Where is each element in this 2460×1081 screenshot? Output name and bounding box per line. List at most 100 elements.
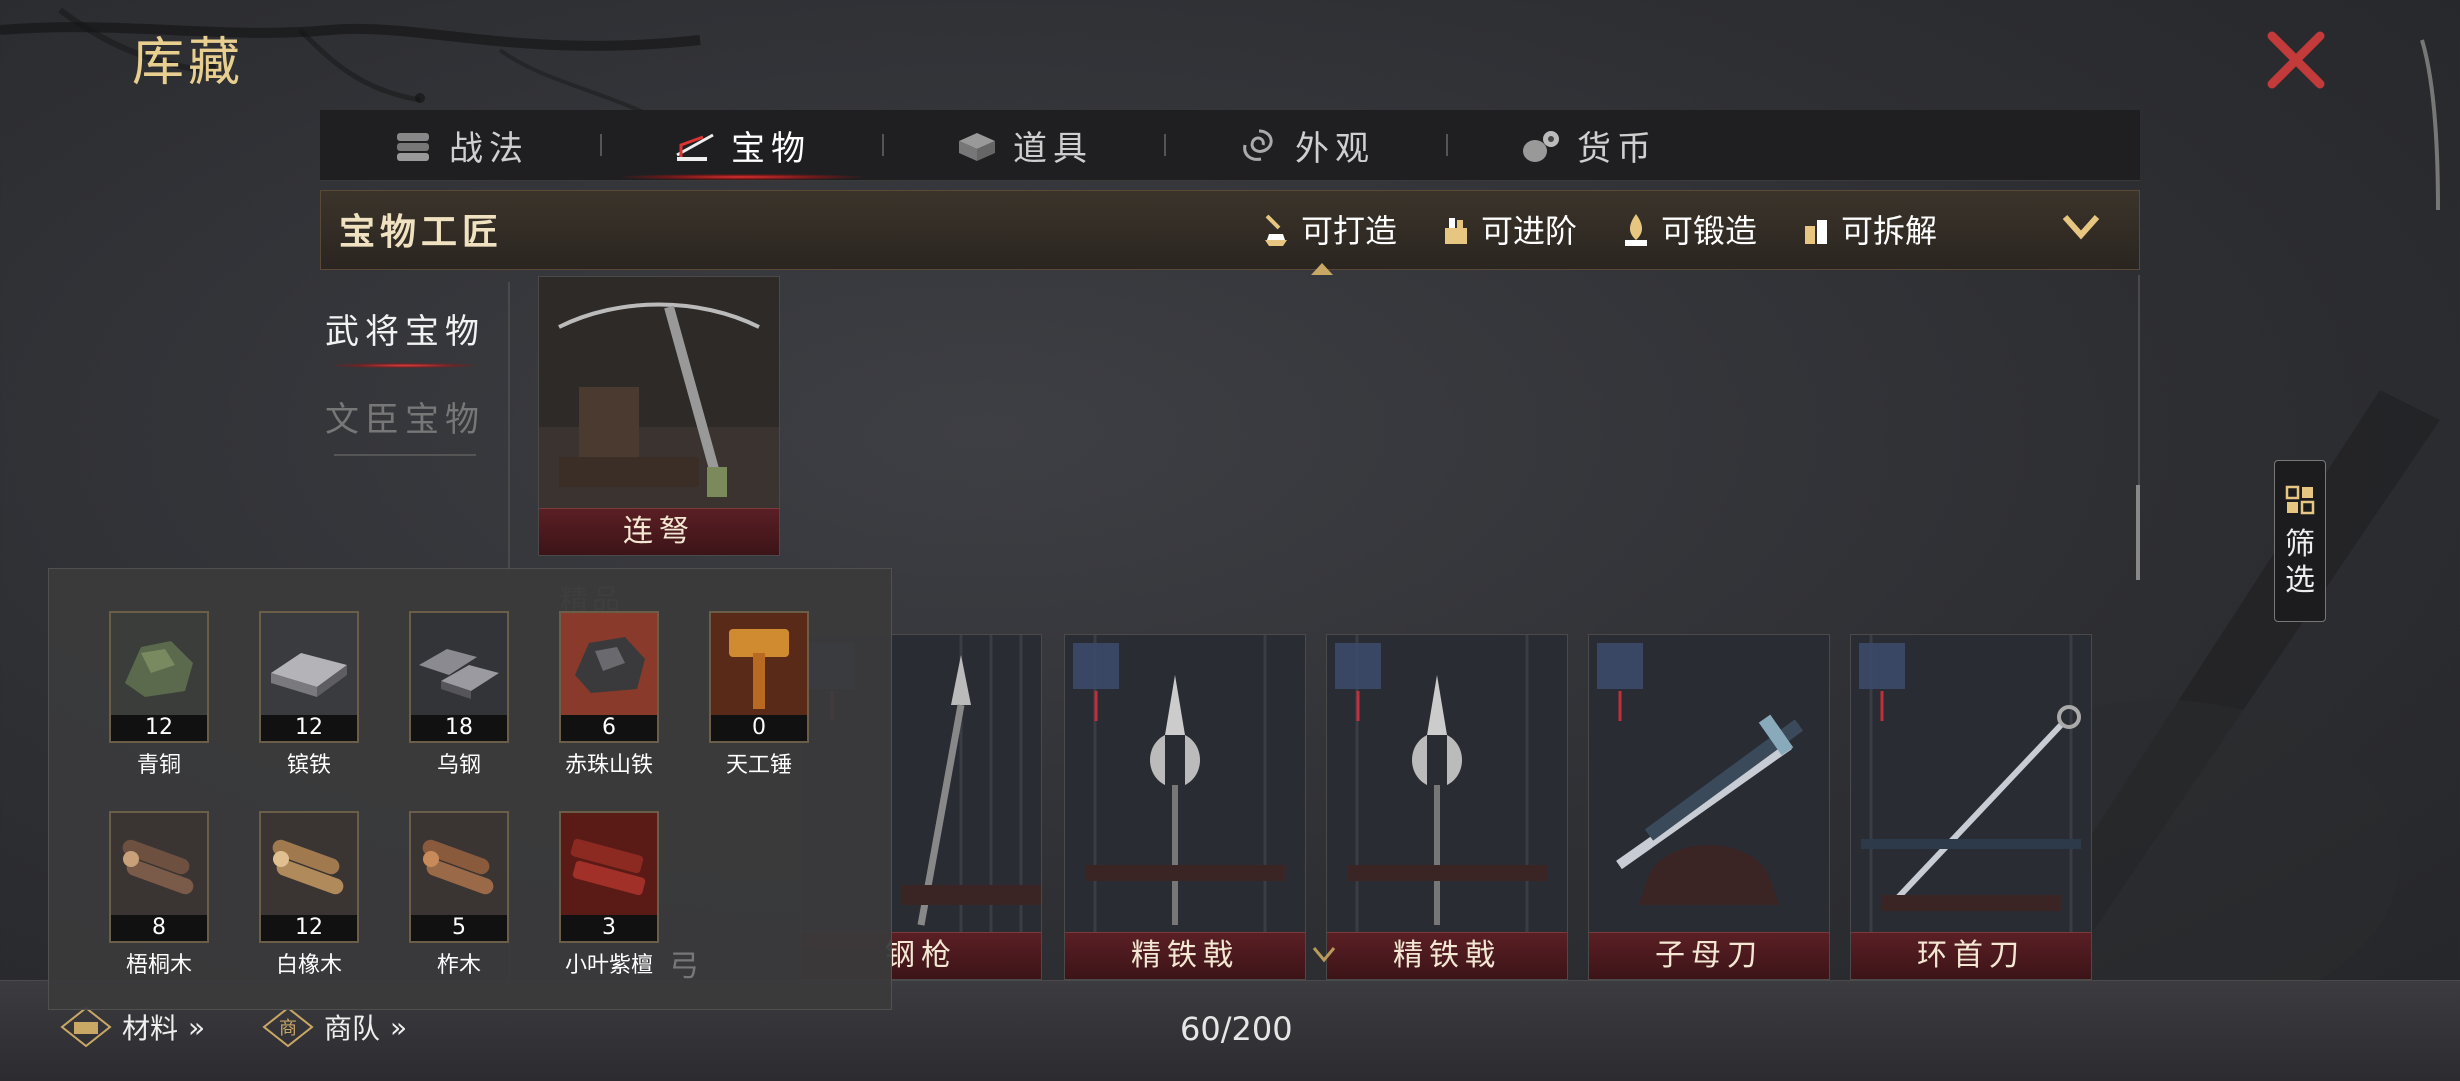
filter-upgradable[interactable]: 可进阶 bbox=[1441, 205, 1577, 253]
svg-text:商: 商 bbox=[279, 1018, 297, 1039]
material-bronze[interactable]: 12 青铜 bbox=[109, 611, 209, 779]
material-red-pearl-iron[interactable]: 6 赤珠山铁 bbox=[559, 611, 659, 779]
upgrade-anvil-icon bbox=[1445, 218, 1467, 244]
treasure-card-refined-halberd-2[interactable]: 精铁戟 bbox=[1326, 634, 1568, 980]
material-slot: 6 bbox=[559, 611, 659, 743]
red-ore-icon bbox=[561, 613, 657, 715]
active-filter-marker bbox=[1311, 263, 1333, 275]
tab-label: 道具 bbox=[1013, 128, 1093, 169]
swirl-icon bbox=[1243, 129, 1273, 161]
material-slot: 0 bbox=[709, 611, 809, 743]
storage-capacity: 60/200 bbox=[1180, 1010, 1293, 1048]
material-slot: 8 bbox=[109, 811, 209, 943]
tab-label: 战法 bbox=[449, 128, 529, 169]
chevron-down-icon[interactable] bbox=[1312, 944, 1336, 964]
material-name: 天工锤 bbox=[725, 753, 792, 778]
material-name: 小叶紫檀 bbox=[564, 953, 653, 978]
material-white-oak[interactable]: 12 白橡木 bbox=[259, 811, 359, 979]
material-count: 12 bbox=[261, 915, 357, 941]
material-name: 白橡木 bbox=[275, 953, 342, 978]
filter-label: 可锻造 bbox=[1661, 212, 1758, 250]
hammer-icon bbox=[711, 613, 807, 715]
material-red-sandalwood[interactable]: 3 小叶紫檀 bbox=[559, 811, 659, 979]
double-chevron-right-icon: » bbox=[188, 1010, 206, 1044]
close-icon[interactable] bbox=[2258, 22, 2334, 98]
tab-currency[interactable]: 货币 bbox=[1448, 110, 1728, 180]
materials-label: 材料 bbox=[122, 1012, 179, 1045]
filter-craftable[interactable]: 可打造 bbox=[1261, 205, 1397, 253]
material-slot: 5 bbox=[409, 811, 509, 943]
card-label: 子母刀 bbox=[1589, 932, 1829, 979]
category-label: 武将宝物 bbox=[325, 312, 485, 352]
bronze-ore-icon bbox=[111, 613, 207, 715]
artisan-title: 宝物工匠 bbox=[339, 212, 504, 253]
tab-props[interactable]: 道具 bbox=[884, 110, 1164, 180]
material-count: 6 bbox=[561, 715, 657, 741]
treasure-card-zimu-saber[interactable]: 子母刀 bbox=[1588, 634, 1830, 980]
tab-label: 货币 bbox=[1577, 128, 1657, 169]
category-label: 文臣宝物 bbox=[325, 400, 485, 440]
double-chevron-right-icon: » bbox=[390, 1010, 408, 1044]
scroll-bundle-icon bbox=[397, 133, 429, 161]
log-icon bbox=[111, 813, 207, 915]
card-label: 连弩 bbox=[539, 508, 779, 555]
forge-icon bbox=[1625, 214, 1647, 246]
box-icon bbox=[959, 133, 995, 161]
repeating-crossbow-image bbox=[539, 277, 779, 509]
quality-badge-icon bbox=[1859, 643, 1905, 721]
material-name: 柞木 bbox=[436, 953, 481, 978]
log-icon bbox=[411, 813, 507, 915]
filter-button-label: 筛选 bbox=[2285, 527, 2315, 598]
materials-popup: 12 青铜 12 镔铁 18 乌钢 6 赤珠山铁 0 天工锤 8 梧桐木 12 … bbox=[48, 568, 892, 1010]
material-name: 乌钢 bbox=[436, 753, 481, 778]
grid-filter-icon bbox=[2285, 485, 2315, 515]
quality-badge-icon bbox=[1335, 643, 1381, 721]
material-count: 18 bbox=[411, 715, 507, 741]
crossbow-icon bbox=[676, 133, 714, 161]
tab-label: 外观 bbox=[1295, 128, 1375, 169]
list-scrollbar[interactable] bbox=[2136, 485, 2140, 580]
caravan-icon: 商 bbox=[262, 1006, 314, 1048]
category-minister-treasures[interactable]: 文臣宝物 bbox=[320, 378, 490, 466]
tab-treasures[interactable]: 宝物 bbox=[602, 110, 882, 180]
quality-badge-icon bbox=[1597, 643, 1643, 721]
quality-badge-icon bbox=[1073, 643, 1119, 721]
treasure-card-ring-pommel-saber[interactable]: 环首刀 bbox=[1850, 634, 2092, 980]
material-wrought-iron[interactable]: 12 镔铁 bbox=[259, 611, 359, 779]
category-tabs: 战法 宝物 道具 外观 货币 bbox=[320, 110, 2140, 181]
filter-label: 可进阶 bbox=[1481, 212, 1578, 250]
material-slot: 3 bbox=[559, 811, 659, 943]
treasure-category-nav: 武将宝物 文臣宝物 bbox=[320, 290, 490, 466]
material-count: 0 bbox=[711, 715, 807, 741]
treasure-card-refined-halberd[interactable]: 精铁戟 bbox=[1064, 634, 1306, 980]
material-count: 8 bbox=[111, 915, 207, 941]
treasure-card-repeating-crossbow[interactable]: 连弩 bbox=[538, 276, 780, 556]
card-label: 精铁戟 bbox=[1327, 932, 1567, 979]
chevron-down-icon[interactable] bbox=[2061, 209, 2101, 245]
material-count: 12 bbox=[261, 715, 357, 741]
card-label: 精铁戟 bbox=[1065, 932, 1305, 979]
material-slot: 18 bbox=[409, 611, 509, 743]
material-count: 3 bbox=[561, 915, 657, 941]
log-icon bbox=[261, 813, 357, 915]
tab-appearance[interactable]: 外观 bbox=[1166, 110, 1446, 180]
tab-tactics[interactable]: 战法 bbox=[320, 110, 600, 180]
caravan-label: 商队 bbox=[324, 1012, 381, 1045]
material-name: 镔铁 bbox=[286, 753, 331, 778]
anvil-hammer-icon bbox=[1265, 214, 1287, 246]
material-artisan-hammer[interactable]: 0 天工锤 bbox=[709, 611, 809, 779]
category-general-treasures[interactable]: 武将宝物 bbox=[320, 290, 490, 378]
material-black-steel[interactable]: 18 乌钢 bbox=[409, 611, 509, 779]
materials-icon bbox=[60, 1006, 112, 1048]
filter-label: 可拆解 bbox=[1841, 212, 1938, 250]
material-paulownia-wood[interactable]: 8 梧桐木 bbox=[109, 811, 209, 979]
filter-forgeable[interactable]: 可锻造 bbox=[1621, 205, 1757, 253]
material-oak-wood[interactable]: 5 柞木 bbox=[409, 811, 509, 979]
card-label: 环首刀 bbox=[1851, 932, 2091, 979]
material-count: 5 bbox=[411, 915, 507, 941]
iron-ingot-icon bbox=[261, 613, 357, 715]
top-scroll-indicator bbox=[2420, 39, 2440, 211]
material-name: 青铜 bbox=[136, 753, 181, 778]
filter-button[interactable]: 筛选 bbox=[2274, 460, 2326, 622]
filter-dismantlable[interactable]: 可拆解 bbox=[1801, 205, 1937, 253]
